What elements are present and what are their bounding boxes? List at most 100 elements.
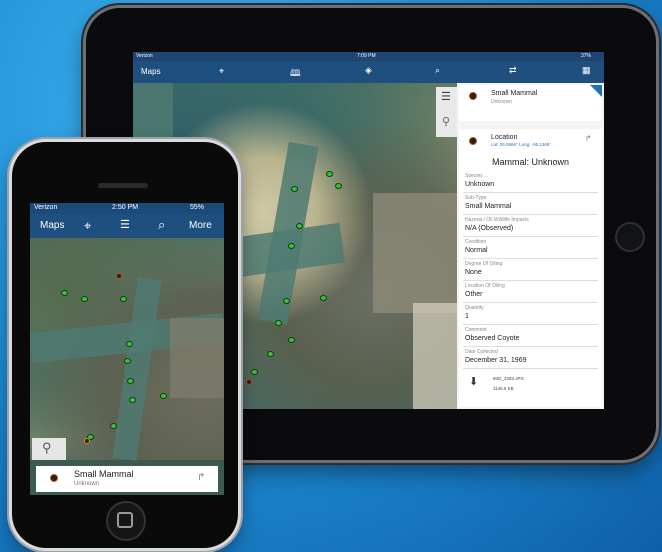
- card-subtitle: Unknown: [74, 481, 100, 487]
- field-label: Condition: [465, 239, 487, 245]
- animal-marker-icon: [469, 137, 477, 145]
- bottom-card[interactable]: Small Mammal Unknown ↱: [36, 466, 218, 492]
- field-value: 1: [465, 313, 469, 320]
- animal-marker-icon: [469, 92, 477, 100]
- sync-icon[interactable]: ⇄: [509, 65, 517, 76]
- detail-card: Location Lat: 29.0866° Long: -95.1369° ↱…: [459, 129, 602, 407]
- field-label: Quantity: [465, 305, 484, 311]
- more-button[interactable]: More: [189, 220, 212, 231]
- map-town: [373, 193, 457, 313]
- field-value: Unknown: [465, 181, 495, 188]
- list-item[interactable]: Small Mammal Unknown: [459, 85, 602, 121]
- map-marker-selected[interactable]: [84, 438, 90, 444]
- map-marker[interactable]: [126, 341, 133, 347]
- field-row: Location Of Oiling Other: [463, 281, 598, 303]
- iphone-nav-bar: Maps ⌖ ☰ ⌕ More: [30, 214, 224, 238]
- location-coords: Lat: 29.0866° Long: -95.1369°: [491, 142, 552, 147]
- map-marker[interactable]: [288, 337, 295, 343]
- map-marker-selected[interactable]: [246, 379, 252, 385]
- map-marker[interactable]: [127, 378, 134, 384]
- map-marker[interactable]: [283, 298, 290, 304]
- location-icon[interactable]: ⌖: [84, 218, 91, 234]
- map-marker[interactable]: [160, 393, 167, 399]
- search-icon[interactable]: ⌕: [435, 65, 440, 76]
- map-marker-selected[interactable]: [116, 273, 122, 279]
- maps-button[interactable]: Maps: [40, 220, 64, 231]
- maps-button[interactable]: Maps: [141, 67, 161, 76]
- ipad-home-button[interactable]: [615, 222, 645, 252]
- map-marker[interactable]: [291, 186, 298, 192]
- share-icon[interactable]: ↱: [585, 134, 592, 143]
- map-side-tools: ☰ ⚲: [436, 87, 457, 137]
- ipad-nav-bar: Maps ⌖ 🕮 ◈ ⌕ ⇄ ▦: [133, 61, 604, 83]
- list-item-title: Small Mammal: [491, 90, 538, 97]
- field-value: Normal: [465, 247, 488, 254]
- map-marker[interactable]: [129, 397, 136, 403]
- carrier-label: Verizon: [136, 53, 153, 59]
- detail-panel: Small Mammal Unknown Location Lat: 29.08…: [457, 83, 604, 409]
- card-title: Small Mammal: [74, 469, 134, 479]
- map-marker[interactable]: [120, 296, 127, 302]
- download-icon[interactable]: ⬇: [469, 375, 478, 388]
- field-row: Quantity 1: [463, 303, 598, 325]
- map-town: [170, 318, 224, 398]
- field-row: Hazmat / Oil Wildlife Impacts N/A (Obser…: [463, 215, 598, 237]
- battery-label: 55%: [190, 204, 205, 211]
- field-row: Comment Observed Coyote: [463, 325, 598, 347]
- layers-icon[interactable]: ◈: [365, 65, 372, 76]
- map-beach: [413, 303, 457, 409]
- share-icon[interactable]: ↱: [197, 472, 205, 483]
- field-label: Comment: [465, 327, 487, 333]
- map-marker[interactable]: [296, 223, 303, 229]
- carrier-label: Verizon: [34, 204, 58, 211]
- list-item-subtitle: Unknown: [491, 99, 512, 105]
- book-icon[interactable]: 🕮: [290, 66, 301, 82]
- selected-corner-icon: [590, 85, 602, 97]
- field-value: None: [465, 269, 482, 276]
- field-row: Sub-Type Small Mammal: [463, 193, 598, 215]
- map-marker[interactable]: [110, 423, 117, 429]
- attachment-size: 1146.6 KB: [493, 386, 514, 391]
- field-label: Location Of Oiling: [465, 283, 505, 289]
- field-value: N/A (Observed): [465, 225, 514, 232]
- iphone-speaker: [98, 183, 148, 188]
- location-icon[interactable]: ⌖: [219, 66, 224, 77]
- field-label: Sub-Type: [465, 195, 487, 201]
- animal-marker-icon: [50, 474, 58, 482]
- pin-tool[interactable]: ⚲: [32, 438, 66, 460]
- add-note-icon[interactable]: ☰: [441, 90, 451, 103]
- field-label: Degree Of Oiling: [465, 261, 503, 267]
- pin-icon[interactable]: ⚲: [442, 115, 450, 128]
- detail-heading: Mammal: Unknown: [491, 157, 570, 167]
- field-row: Condition Normal: [463, 237, 598, 259]
- field-value: Small Mammal: [465, 203, 512, 210]
- search-icon[interactable]: ⌕: [158, 217, 165, 233]
- time-label: 2:50 PM: [112, 204, 139, 211]
- field-label: Species: [465, 173, 483, 179]
- map-marker[interactable]: [320, 295, 327, 301]
- field-value: Other: [465, 291, 483, 298]
- iphone-screen: Verizon 2:50 PM 55% Maps ⌖ ☰ ⌕ More ⚲ Sm…: [30, 203, 224, 495]
- battery-label: 37%: [581, 53, 592, 59]
- map-marker[interactable]: [124, 358, 131, 364]
- field-value: Observed Coyote: [465, 335, 520, 342]
- map-marker[interactable]: [267, 351, 274, 357]
- field-row: Degree Of Oiling None: [463, 259, 598, 281]
- field-label: Hazmat / Oil Wildlife Impacts: [465, 217, 529, 223]
- field-row: Date Collected December 31, 1969: [463, 347, 598, 369]
- map-view[interactable]: ⚲: [30, 238, 224, 461]
- map-marker[interactable]: [61, 290, 68, 296]
- field-value: December 31, 1969: [465, 357, 527, 364]
- add-note-icon[interactable]: ☰: [120, 218, 130, 231]
- map-marker[interactable]: [326, 171, 333, 177]
- time-label: 7:09 PM: [357, 53, 376, 59]
- ipad-status-bar: Verizon 7:09 PM 37%: [133, 52, 604, 61]
- map-marker[interactable]: [288, 243, 295, 249]
- pin-icon: ⚲: [42, 440, 52, 455]
- attachment-row[interactable]: ⬇ IMG_2293.JPG 1146.6 KB: [463, 371, 598, 399]
- qr-icon[interactable]: ▦: [582, 65, 591, 76]
- map-marker[interactable]: [81, 296, 88, 302]
- map-marker[interactable]: [335, 183, 342, 189]
- map-marker[interactable]: [251, 369, 258, 375]
- map-marker[interactable]: [275, 320, 282, 326]
